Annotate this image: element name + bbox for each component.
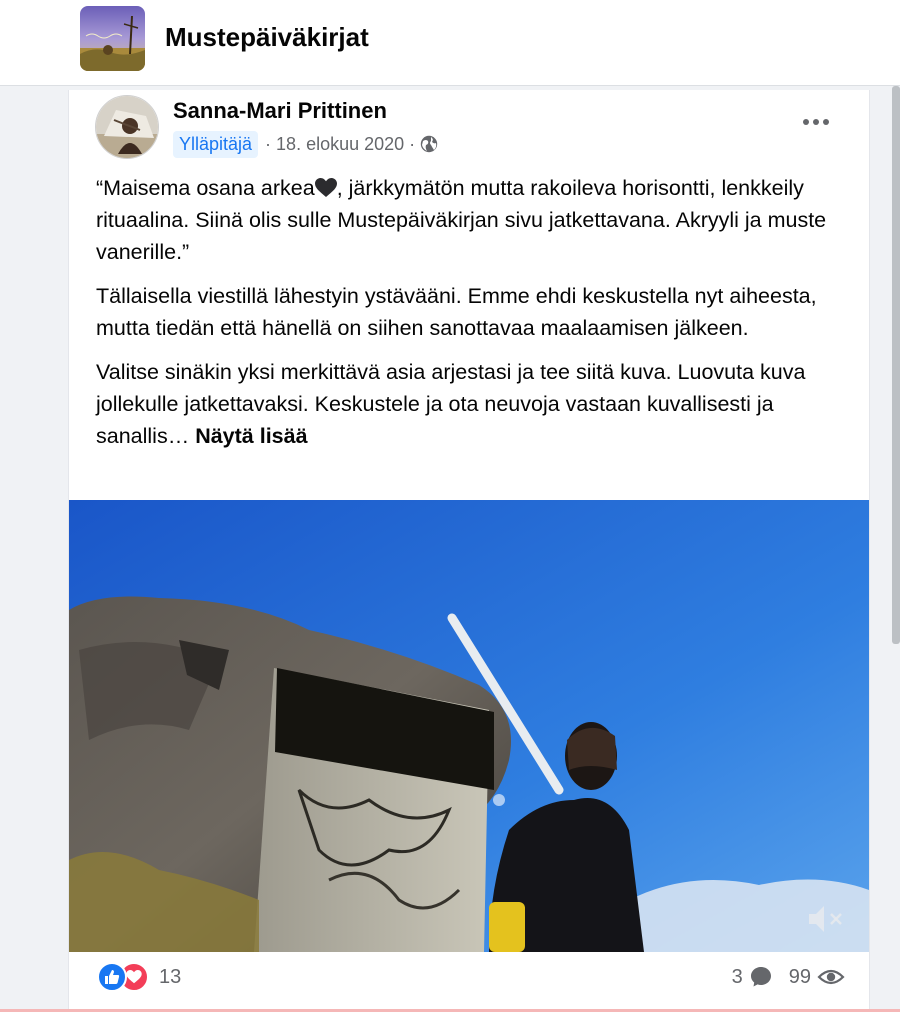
author-name[interactable]: Sanna-Mari Prittinen bbox=[173, 98, 387, 124]
post-date[interactable]: · 18. elokuu 2020 · bbox=[265, 134, 415, 155]
more-dots-icon bbox=[803, 119, 809, 125]
comments-count[interactable]: 3 bbox=[732, 965, 773, 989]
post-footer: 13 3 99 bbox=[69, 952, 869, 1012]
author-avatar[interactable] bbox=[95, 95, 159, 159]
comment-bubble-icon bbox=[750, 967, 771, 987]
eye-icon bbox=[817, 969, 845, 985]
post-paragraph-3: Valitse sinäkin yksi merkittävä asia arj… bbox=[96, 360, 806, 448]
globe-icon bbox=[420, 135, 438, 153]
reaction-count: 13 bbox=[159, 965, 182, 988]
post-video[interactable] bbox=[69, 500, 869, 952]
like-icon bbox=[97, 962, 127, 992]
scrollbar-thumb[interactable] bbox=[892, 86, 900, 644]
admin-badge[interactable]: Ylläpitäjä bbox=[173, 130, 259, 158]
group-thumbnail[interactable] bbox=[80, 6, 145, 71]
black-heart-icon bbox=[314, 178, 337, 197]
reactions-summary[interactable]: 13 bbox=[97, 962, 181, 992]
post-card: Sanna-Mari Prittinen Ylläpitäjä · 18. el… bbox=[68, 90, 870, 1012]
see-more-link[interactable]: Näytä lisää bbox=[195, 424, 307, 448]
post-paragraph-2: Tällaisella viestillä lähestyin ystävään… bbox=[96, 284, 817, 340]
group-name[interactable]: Mustepäiväkirjat bbox=[165, 22, 369, 53]
post-options-button[interactable] bbox=[797, 110, 835, 134]
post-stats: 3 99 bbox=[732, 962, 845, 992]
group-header: Mustepäiväkirjat bbox=[0, 0, 900, 86]
post-paragraph-1: “Maisema osana arkea, järkkymätön mutta … bbox=[96, 176, 827, 264]
post-meta: Ylläpitäjä · 18. elokuu 2020 · bbox=[173, 130, 439, 158]
muted-speaker-icon[interactable] bbox=[805, 902, 845, 936]
post-text: “Maisema osana arkea, järkkymätön mutta … bbox=[96, 172, 856, 464]
views-count[interactable]: 99 bbox=[789, 966, 845, 989]
video-frame bbox=[69, 500, 869, 952]
